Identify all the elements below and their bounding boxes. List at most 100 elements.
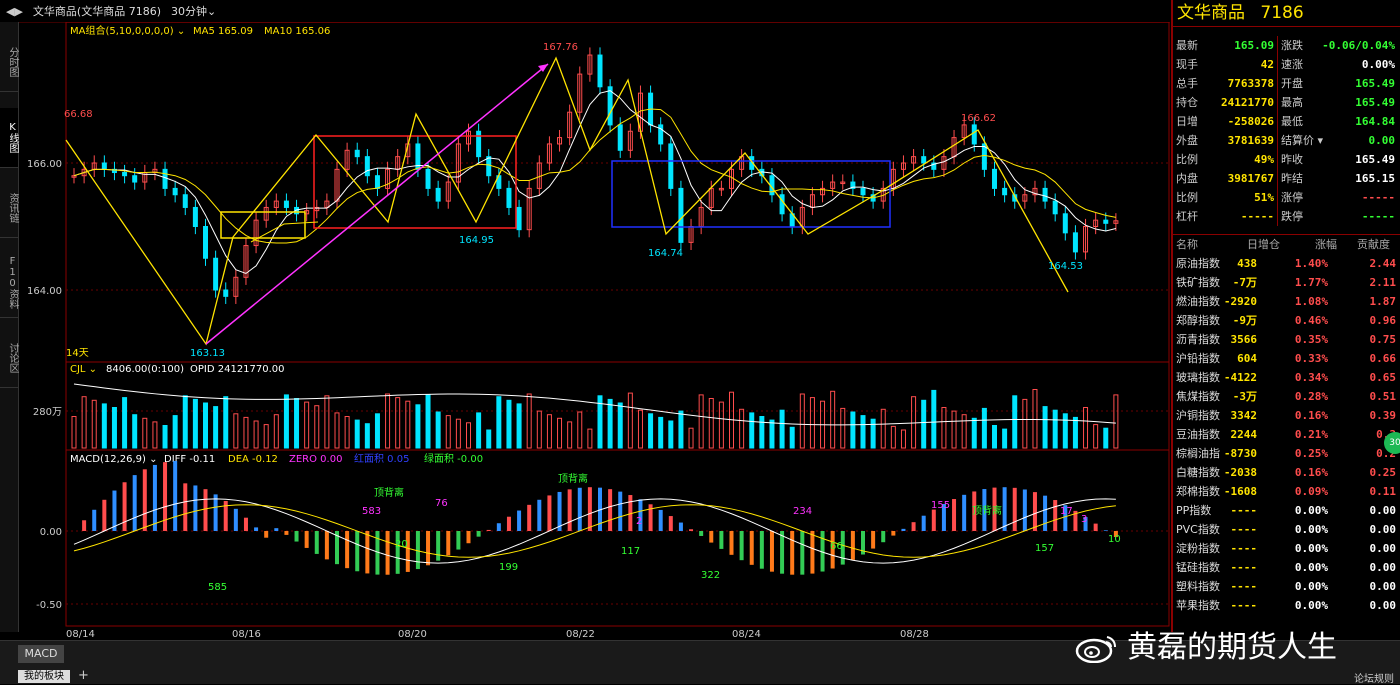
candle-body bbox=[182, 194, 188, 208]
quote-value: 3981767 bbox=[1227, 172, 1274, 185]
ranking-row[interactable]: 白糖指数 -2038 0.16% 0.25 bbox=[1173, 463, 1400, 482]
volume-bar bbox=[233, 413, 239, 449]
rank-col-contrib[interactable]: 贡献度 bbox=[1357, 235, 1390, 254]
ranking-row[interactable]: PVC指数 ---- 0.00% 0.00 bbox=[1173, 520, 1400, 539]
tab-kline[interactable]: K线图 bbox=[0, 108, 18, 168]
ranking-row[interactable]: 豆油指数22440.21%0.3 bbox=[1173, 425, 1400, 444]
volume-bar bbox=[870, 418, 876, 449]
candle-body bbox=[992, 168, 997, 189]
back-arrow-icon[interactable]: ◀▶ bbox=[6, 5, 23, 18]
x-axis-label: 08/14 bbox=[66, 629, 95, 640]
volume-bar bbox=[890, 425, 896, 449]
rank-col-inc[interactable]: 日增仓 bbox=[1247, 235, 1280, 254]
consolidation-box-2 bbox=[313, 135, 517, 229]
macd-histogram-bar bbox=[931, 509, 936, 531]
tab-f10[interactable]: F10资料 bbox=[0, 248, 18, 318]
volume-bar bbox=[283, 394, 289, 449]
ranking-row[interactable]: 苹果指数 ---- 0.00% 0.00 bbox=[1173, 596, 1400, 615]
ranking-row[interactable]: 沥青指数 3566 0.35% 0.75 bbox=[1173, 330, 1400, 349]
rank-inc: 438 bbox=[1237, 257, 1257, 270]
ranking-row[interactable]: 玻璃指数 -4122 0.34% 0.65 bbox=[1173, 368, 1400, 387]
volume-bar bbox=[830, 390, 836, 449]
macd-histogram-bar bbox=[911, 522, 916, 531]
rank-col-chg[interactable]: 涨幅 bbox=[1315, 235, 1337, 254]
macd-histogram-bar bbox=[405, 531, 410, 572]
candle-body bbox=[1052, 200, 1058, 215]
rank-contrib: 0.25 bbox=[1369, 466, 1397, 479]
price-label-163-13: 163.13 bbox=[190, 348, 225, 359]
rank-inc: ---- bbox=[1230, 599, 1258, 612]
volume-bar bbox=[617, 402, 623, 449]
ranking-row[interactable]: 沪铅指数 604 0.33% 0.66 bbox=[1173, 349, 1400, 368]
macd-tab[interactable]: MACD bbox=[18, 645, 64, 663]
divergence-label: 顶背离 bbox=[972, 504, 1002, 517]
quote-right-row: 结算价 ▾ 0.00 bbox=[1281, 131, 1399, 150]
volume-bar bbox=[860, 415, 866, 449]
macd-histogram-bar bbox=[496, 523, 501, 531]
volume-bar bbox=[799, 393, 805, 449]
rank-contrib: 0.39 bbox=[1369, 409, 1397, 422]
watermark-text: 黄磊的期货人生 bbox=[1127, 630, 1337, 665]
rank-name: 郑醇指数 bbox=[1176, 314, 1220, 327]
rank-inc: ---- bbox=[1230, 542, 1258, 555]
ranking-row[interactable]: 锰硅指数 ---- 0.00% 0.00 bbox=[1173, 558, 1400, 577]
ranking-row[interactable]: PP指数 ---- 0.00% 0.00 bbox=[1173, 501, 1400, 520]
period-selector[interactable]: 30分钟⌄ bbox=[171, 3, 216, 19]
ranking-row[interactable]: 原油指数 438 1.40% 2.44 bbox=[1173, 254, 1400, 273]
rank-name: PVC指数 bbox=[1176, 523, 1220, 536]
add-tab-button[interactable]: + bbox=[78, 668, 89, 683]
volume-bar bbox=[162, 425, 168, 449]
macd-histogram-bar bbox=[243, 517, 248, 531]
macd-histogram-bar bbox=[132, 475, 137, 531]
scroll-badge[interactable]: 30 bbox=[1384, 432, 1400, 454]
quote-left-row: 外盘 3781639 bbox=[1176, 131, 1276, 150]
quote-label: 杠杆 bbox=[1176, 210, 1198, 223]
macd-annotation: 322 bbox=[701, 570, 720, 581]
wave-sub-line bbox=[250, 221, 319, 243]
tab-forum[interactable]: 讨论区 bbox=[0, 328, 18, 388]
kline-chart[interactable]: MA组合(5,10,0,0,0,0) ⌄ MA5 165.09 MA10 165.0… bbox=[18, 22, 1170, 640]
quote-right-row: 最低 164.84 bbox=[1281, 112, 1399, 131]
volume-bar bbox=[152, 421, 158, 449]
quote-name: 文华商品 bbox=[1177, 3, 1245, 23]
quote-label: 开盘 bbox=[1281, 77, 1303, 90]
quote-value: -0.06/0.04% bbox=[1322, 39, 1395, 52]
weibo-logo-icon bbox=[1075, 636, 1116, 663]
rank-name: 玻璃指数 bbox=[1176, 371, 1220, 384]
macd-histogram-bar bbox=[466, 531, 471, 544]
macd-annotation: 117 bbox=[621, 546, 640, 557]
macd-panel-frame bbox=[65, 449, 1170, 627]
ranking-row[interactable]: 郑醇指数 -9万 0.46% 0.96 bbox=[1173, 311, 1400, 330]
volume-label: CJL ⌄ bbox=[70, 364, 97, 375]
tab-timeshare[interactable]: 分时图 bbox=[0, 32, 18, 92]
x-axis-label: 08/24 bbox=[732, 629, 761, 640]
macd-histogram-bar bbox=[274, 528, 279, 531]
rank-chg: 0.00% bbox=[1294, 504, 1328, 517]
macd-histogram-bar bbox=[506, 516, 511, 531]
ranking-row[interactable]: 淀粉指数 ---- 0.00% 0.00 bbox=[1173, 539, 1400, 558]
volume-bar bbox=[637, 409, 643, 449]
rank-col-name[interactable]: 名称 bbox=[1176, 235, 1198, 254]
consolidation-box-1 bbox=[220, 211, 306, 239]
price-label-164-74: 164.74 bbox=[648, 248, 683, 259]
candle-body bbox=[223, 289, 229, 297]
macd-histogram-bar bbox=[365, 531, 370, 574]
ranking-row[interactable]: 沪铜指数 3342 0.16% 0.39 bbox=[1173, 406, 1400, 425]
volume-y-tick: 280万 bbox=[33, 407, 62, 418]
tab-news[interactable]: 资讯链 bbox=[0, 178, 18, 238]
ma10-line bbox=[73, 108, 1116, 244]
quote-label[interactable]: 结算价 ▾ bbox=[1281, 134, 1323, 147]
ranking-row[interactable]: 棕榈油指 -8730 0.25% 0.2 bbox=[1173, 444, 1400, 463]
macd-histogram-bar bbox=[486, 529, 491, 531]
x-axis-label: 08/20 bbox=[398, 629, 427, 640]
ranking-row[interactable]: 燃油指数 -2920 1.08% 1.87 bbox=[1173, 292, 1400, 311]
rank-chg: 0.00% bbox=[1294, 542, 1328, 555]
macd-red-area: 红面积 0.05 bbox=[354, 452, 409, 465]
ranking-row[interactable]: 铁矿指数 -7万 1.77% 2.11 bbox=[1173, 273, 1400, 292]
rank-chg: 0.25% bbox=[1294, 447, 1328, 460]
my-block-tab[interactable]: 我的板块 bbox=[18, 670, 70, 683]
ranking-row[interactable]: 塑料指数 ---- 0.00% 0.00 bbox=[1173, 577, 1400, 596]
ranking-row[interactable]: 焦煤指数 -3万 0.28% 0.51 bbox=[1173, 387, 1400, 406]
ranking-row[interactable]: 郑棉指数 -1608 0.09% 0.11 bbox=[1173, 482, 1400, 501]
volume-bar bbox=[324, 395, 330, 449]
